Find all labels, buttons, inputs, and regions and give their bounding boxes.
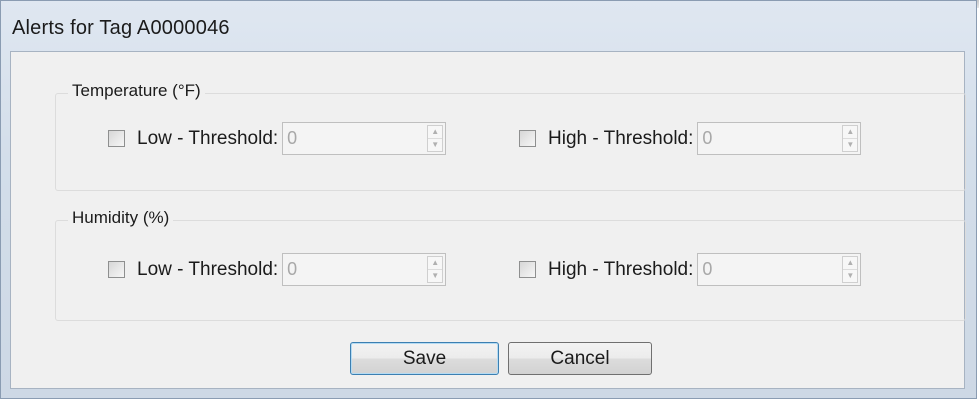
temperature-low-checkbox[interactable] — [108, 130, 125, 147]
temperature-high-value[interactable]: 0 — [702, 128, 712, 149]
temperature-low-spinbox[interactable]: 0 ▲ ▼ — [282, 122, 447, 155]
temperature-low-spin-buttons: ▲ ▼ — [427, 125, 444, 152]
humidity-low-row: Low - Threshold: 0 ▲ ▼ — [108, 253, 447, 286]
humidity-high-spin-buttons: ▲ ▼ — [842, 256, 859, 283]
humidity-group-label: Humidity (%) — [68, 208, 174, 228]
humidity-high-value[interactable]: 0 — [702, 259, 712, 280]
humidity-group: Humidity (%) Low - Threshold: 0 ▲ ▼ High… — [55, 208, 966, 321]
temperature-group: Temperature (°F) Low - Threshold: 0 ▲ ▼ … — [55, 81, 966, 191]
humidity-low-spin-buttons: ▲ ▼ — [427, 256, 444, 283]
humidity-low-spinbox[interactable]: 0 ▲ ▼ — [282, 253, 447, 286]
humidity-high-checkbox[interactable] — [519, 261, 536, 278]
spin-up-arrow-icon[interactable]: ▲ — [428, 257, 443, 270]
temperature-high-checkbox[interactable] — [519, 130, 536, 147]
temperature-low-value[interactable]: 0 — [287, 128, 297, 149]
spin-up-arrow-icon[interactable]: ▲ — [428, 126, 443, 139]
humidity-high-label: High - Threshold: — [548, 258, 694, 280]
humidity-low-value[interactable]: 0 — [287, 259, 297, 280]
temperature-group-label: Temperature (°F) — [68, 81, 205, 101]
dialog-client-area: Temperature (°F) Low - Threshold: 0 ▲ ▼ … — [10, 51, 966, 389]
spin-up-arrow-icon[interactable]: ▲ — [843, 126, 858, 139]
temperature-low-label: Low - Threshold: — [137, 127, 279, 149]
spin-down-arrow-icon[interactable]: ▼ — [843, 270, 857, 282]
temperature-high-row: High - Threshold: 0 ▲ ▼ — [519, 122, 862, 155]
dialog-title: Alerts for Tag A0000046 — [12, 17, 230, 39]
temperature-low-row: Low - Threshold: 0 ▲ ▼ — [108, 122, 447, 155]
temperature-high-spin-buttons: ▲ ▼ — [842, 125, 859, 152]
humidity-low-checkbox[interactable] — [108, 261, 125, 278]
spin-up-arrow-icon[interactable]: ▲ — [843, 257, 858, 270]
spin-down-arrow-icon[interactable]: ▼ — [428, 270, 442, 282]
save-button[interactable]: Save — [350, 342, 499, 375]
humidity-high-row: High - Threshold: 0 ▲ ▼ — [519, 253, 862, 286]
humidity-high-spinbox[interactable]: 0 ▲ ▼ — [697, 253, 862, 286]
humidity-low-label: Low - Threshold: — [137, 258, 279, 280]
spin-down-arrow-icon[interactable]: ▼ — [843, 139, 857, 151]
temperature-high-label: High - Threshold: — [548, 127, 694, 149]
spin-down-arrow-icon[interactable]: ▼ — [428, 139, 442, 151]
temperature-high-spinbox[interactable]: 0 ▲ ▼ — [697, 122, 862, 155]
alerts-dialog: Alerts for Tag A0000046 Temperature (°F)… — [0, 0, 977, 399]
cancel-button[interactable]: Cancel — [508, 342, 652, 375]
